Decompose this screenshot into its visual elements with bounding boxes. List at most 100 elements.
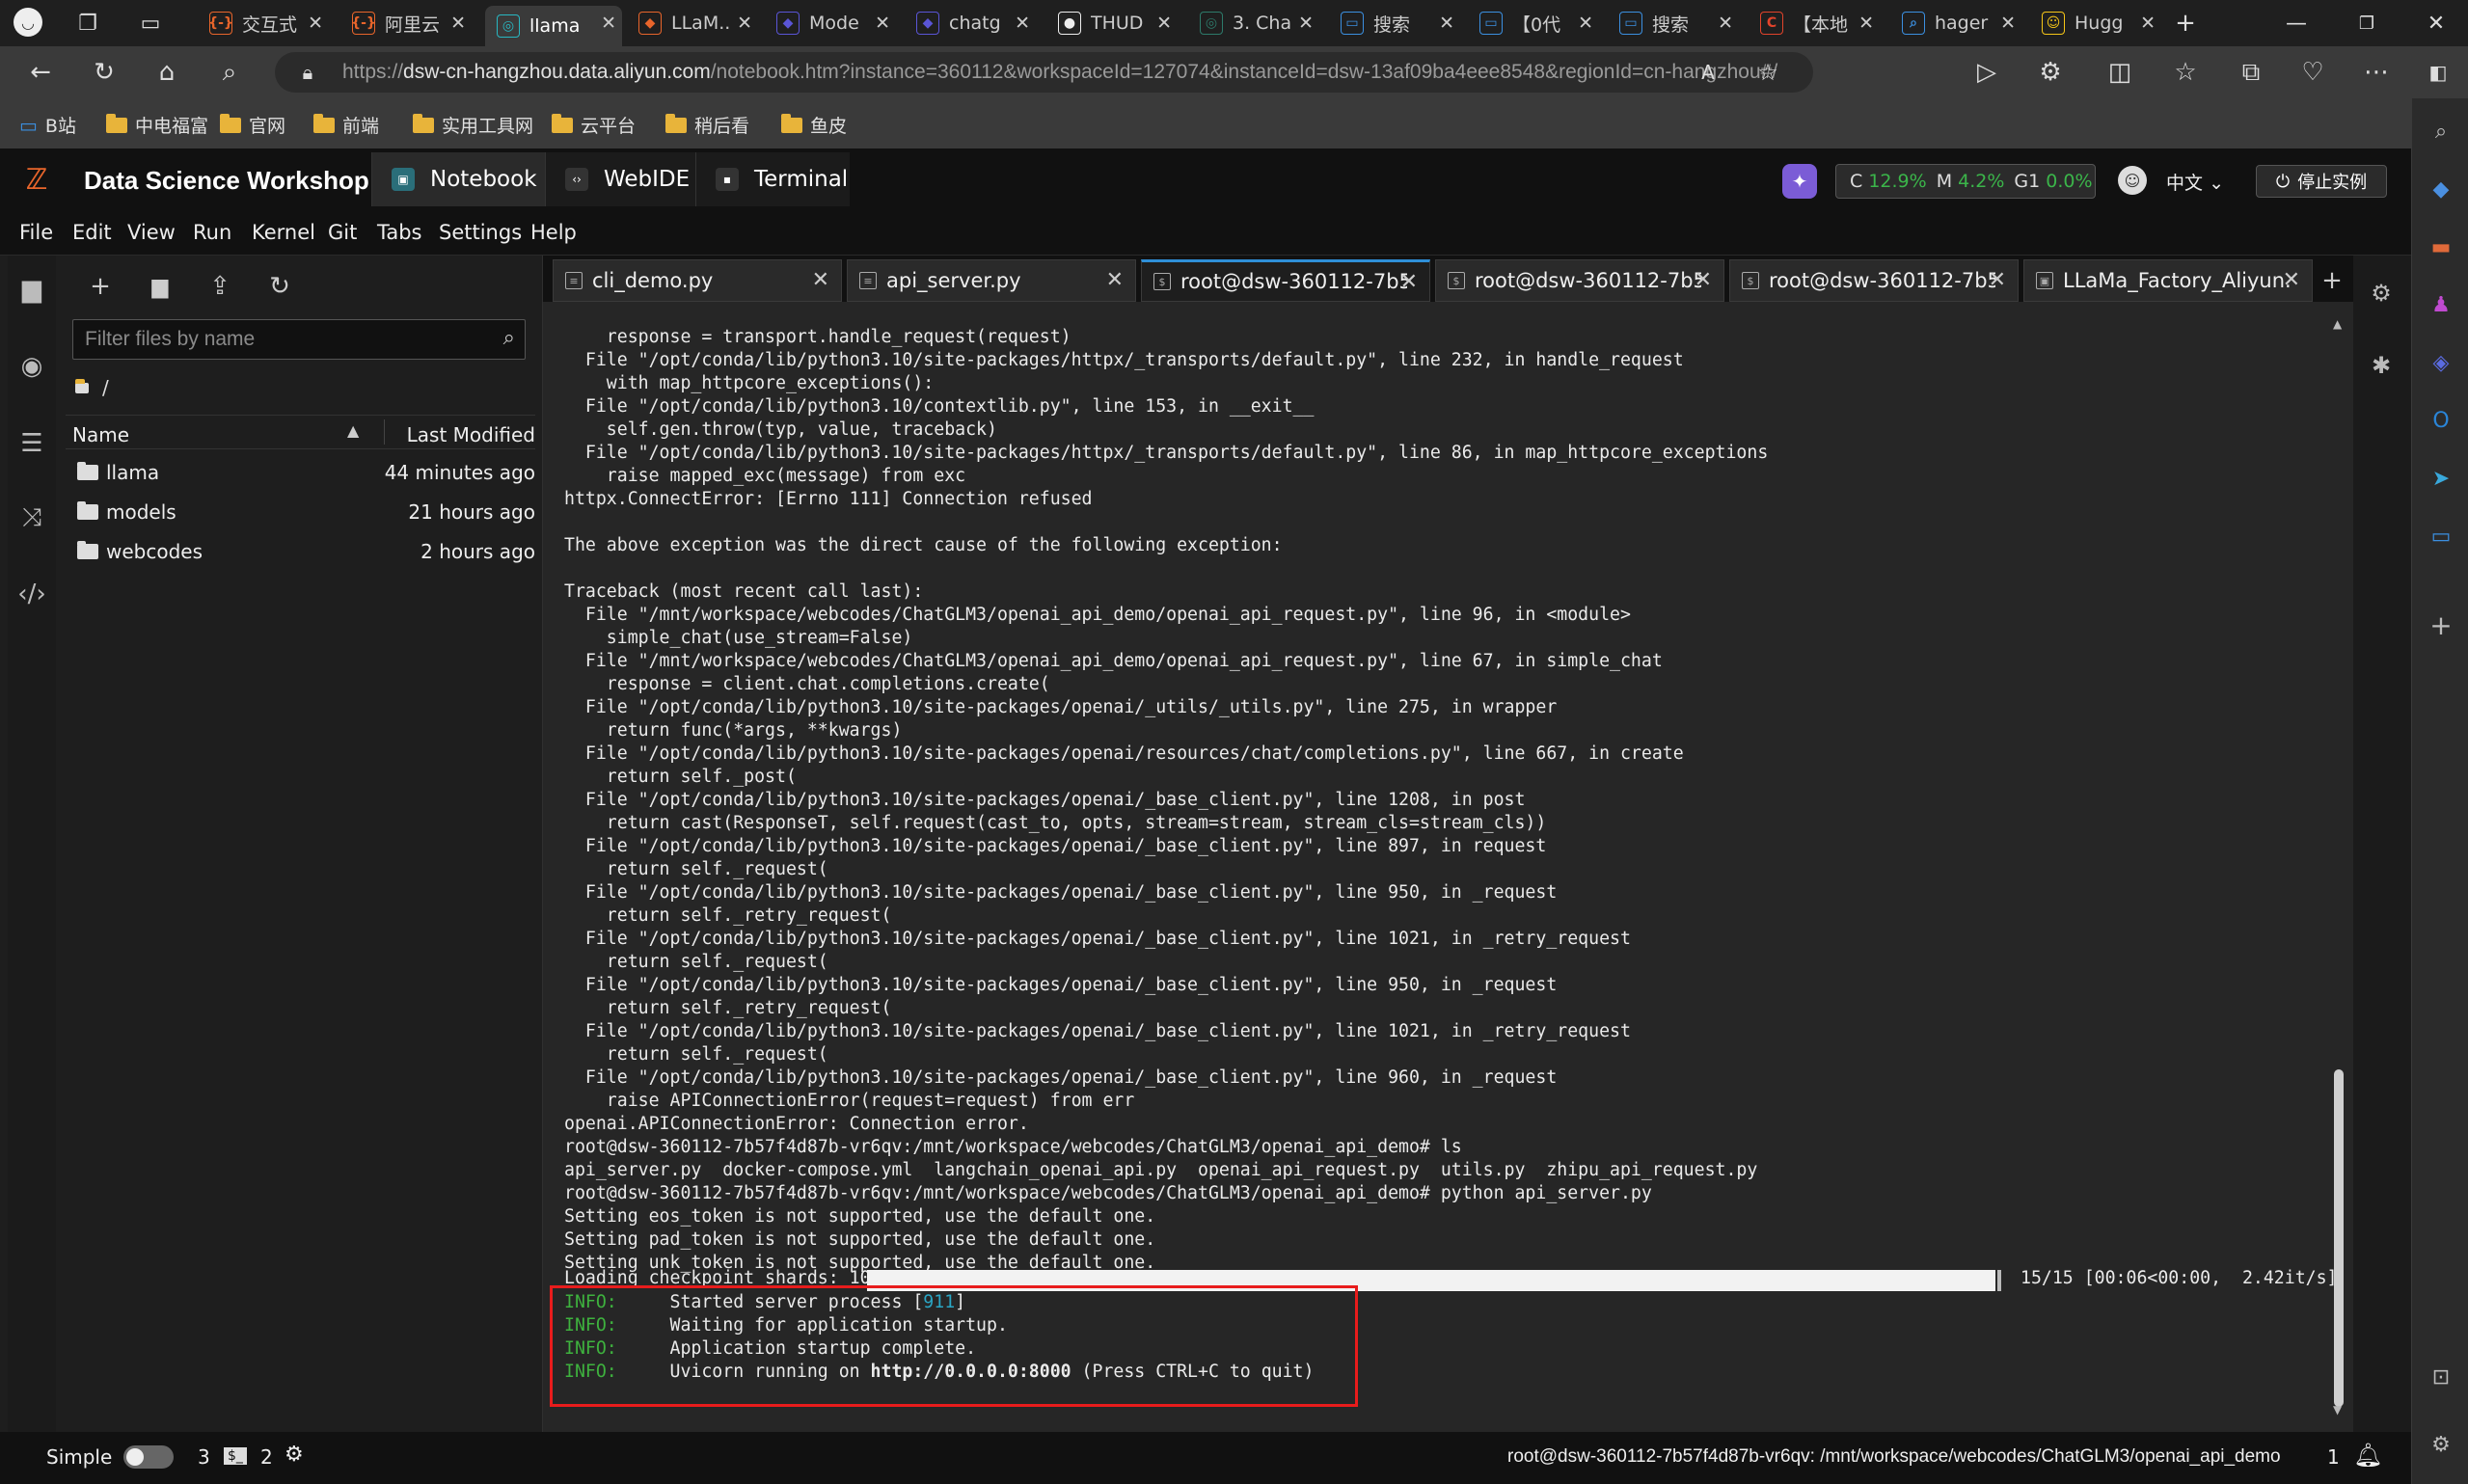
close-tab-icon[interactable]: ✕ (1695, 268, 1712, 292)
browser-tab[interactable]: {-} 交互式 ✕ (198, 6, 329, 40)
tab-actions-icon[interactable]: ▭ (135, 8, 166, 39)
close-tab-icon[interactable]: ✕ (308, 13, 323, 34)
property-inspector-icon[interactable]: ⚙ (2363, 275, 2400, 311)
collections-icon[interactable]: ⧉ (2236, 57, 2266, 88)
notification-count[interactable]: 1 (2327, 1445, 2340, 1469)
browser-tab[interactable]: ◆ LLaM... ✕ (627, 6, 758, 40)
browser-tab[interactable]: C 【本地 ✕ (1749, 6, 1880, 40)
git-icon[interactable]: ⤨ (14, 499, 50, 536)
terminal-status-icon[interactable]: $_ (224, 1447, 247, 1465)
file-row[interactable]: models 21 hours ago (66, 493, 535, 531)
scroll-up-icon[interactable]: ▲ (2333, 317, 2342, 331)
close-tab-icon[interactable]: ✕ (737, 13, 752, 34)
close-tab-icon[interactable]: ✕ (1718, 13, 1733, 34)
browser-tab[interactable]: ● THUD ✕ (1046, 6, 1178, 40)
browser-tab[interactable]: ◎ 3. Cha ✕ (1188, 6, 1319, 40)
close-tab-icon[interactable]: ✕ (1439, 13, 1454, 34)
menu-item-git[interactable]: Git (328, 221, 357, 244)
url-text[interactable]: https://dsw-cn-hangzhou.data.aliyun.com/… (342, 61, 1777, 84)
new-folder-icon[interactable]: ▆ (141, 269, 179, 304)
sidebar-toggle-icon[interactable]: ◧ (2423, 57, 2454, 88)
lock-icon[interactable]: 🔒︎ (292, 57, 323, 88)
screenshot-icon[interactable]: ⊡ (2426, 1362, 2456, 1392)
outlook-icon[interactable]: O (2426, 405, 2456, 436)
close-tab-icon[interactable]: ✕ (1989, 268, 2006, 292)
kernel-count[interactable]: 2 (260, 1445, 273, 1469)
toolbox-icon[interactable]: ▬ (2426, 231, 2456, 262)
editor-tab[interactable]: $ root@dsw-360112-7b57f4d87b✕ (1141, 259, 1430, 302)
name-column-header[interactable]: Name (72, 423, 129, 446)
menu-item-kernel[interactable]: Kernel (252, 221, 315, 244)
play-icon[interactable]: ▷ (1971, 57, 2002, 88)
close-tab-icon[interactable]: ✕ (2283, 268, 2300, 292)
bookmark-item[interactable]: 官网 (220, 112, 285, 138)
tab-terminal[interactable]: ▪ Terminal (695, 152, 850, 206)
add-tab-icon[interactable]: + (2311, 259, 2353, 302)
upload-icon[interactable]: ⇪ (201, 269, 239, 304)
close-window-icon[interactable]: ✕ (2401, 0, 2468, 46)
editor-tab[interactable]: ≡ api_server.py ✕ (847, 259, 1136, 302)
sort-up-icon[interactable]: ▲ (347, 421, 359, 440)
modified-column-header[interactable]: Last Modified (407, 423, 535, 446)
refresh-icon[interactable]: ↻ (89, 57, 120, 88)
close-tab-icon[interactable]: ✕ (812, 268, 829, 292)
assistant-icon[interactable]: ✦ (1782, 164, 1817, 199)
menu-item-edit[interactable]: Edit (72, 221, 112, 244)
table-of-contents-icon[interactable]: ☰ (14, 425, 50, 462)
tag-icon[interactable]: ◆ (2426, 174, 2456, 204)
bell-icon[interactable]: 🔔︎ (2353, 1442, 2382, 1469)
close-tab-icon[interactable]: ✕ (2000, 13, 2016, 34)
kernel-status-icon[interactable]: ⚙ (285, 1443, 304, 1467)
browser-tab[interactable]: ⌕ hager ✕ (1890, 6, 2021, 40)
close-tab-icon[interactable]: ✕ (1298, 13, 1314, 34)
editor-tab[interactable]: $ root@dsw-360112-7b57f4d87b✕ (1435, 259, 1724, 302)
favorites-icon[interactable]: ☆ (2170, 57, 2201, 88)
search-icon[interactable]: ⌕ (503, 326, 515, 350)
restore-icon[interactable]: ❐ (2332, 0, 2401, 46)
editor-tab[interactable]: ≡ cli_demo.py ✕ (553, 259, 842, 302)
editor-tab[interactable]: ▣ LLaMa_Factory_Aliyun.ipynb✕ (2023, 259, 2313, 302)
language-select[interactable]: 中文 ⌄ (2166, 169, 2224, 195)
close-tab-icon[interactable]: ✕ (601, 13, 616, 34)
browser-tab[interactable]: ▭ 【0代 ✕ (1468, 6, 1599, 40)
home-icon[interactable]: ⌂ (151, 57, 182, 88)
tab-notebook[interactable]: ▣ Notebook (371, 152, 545, 206)
editor-tab[interactable]: $ root@dsw-360112-7b57f4d87b✕ (1729, 259, 2019, 302)
send-icon[interactable]: ➤ (2426, 463, 2456, 494)
bookmark-item[interactable]: ▭ B站 (19, 112, 76, 138)
close-tab-icon[interactable]: ✕ (1015, 13, 1030, 34)
games-icon[interactable]: ♟ (2426, 289, 2456, 320)
close-tab-icon[interactable]: ✕ (1106, 268, 1124, 292)
browser-tab[interactable]: ☺ Hugg ✕ (2030, 6, 2161, 40)
read-aloud-icon[interactable]: A (1693, 57, 1723, 88)
file-row[interactable]: llama 44 minutes ago (66, 453, 535, 492)
bookmark-item[interactable]: 鱼皮 (781, 112, 847, 138)
terminal-panel[interactable]: response = transport.handle_request(requ… (543, 302, 2353, 1432)
breadcrumb[interactable]: / (75, 376, 109, 399)
tv-icon[interactable]: ▭ (2426, 521, 2456, 552)
close-tab-icon[interactable]: ✕ (1156, 13, 1172, 34)
bookmark-item[interactable]: 云平台 (552, 112, 636, 138)
profile-avatar-icon[interactable]: ◡ (14, 8, 42, 37)
close-tab-icon[interactable]: ✕ (1400, 270, 1418, 294)
file-browser-icon[interactable]: ▆ (14, 271, 50, 308)
column-divider[interactable] (384, 419, 385, 445)
new-launcher-icon[interactable]: + (81, 269, 120, 304)
menu-item-view[interactable]: View (127, 221, 176, 244)
search-icon[interactable]: ⌕ (2426, 116, 2456, 147)
close-tab-icon[interactable]: ✕ (875, 13, 890, 34)
browser-tab[interactable]: {-} 阿里云 ✕ (340, 6, 472, 40)
minimize-icon[interactable]: — (2262, 0, 2331, 46)
address-bar[interactable]: 🔒︎ https://dsw-cn-hangzhou.data.aliyun.c… (275, 52, 1813, 93)
stop-instance-button[interactable]: ⏻ 停止实例 (2256, 165, 2387, 198)
tab-webide[interactable]: ‹› WebIDE (545, 152, 695, 206)
terminal-scrollbar[interactable]: ▲ ▼ (2331, 317, 2346, 1417)
menu-item-help[interactable]: Help (530, 221, 577, 244)
terminal-count[interactable]: 3 (198, 1445, 210, 1469)
simple-mode-toggle[interactable]: Simple (46, 1445, 175, 1469)
split-screen-icon[interactable]: ◫ (2104, 57, 2135, 88)
back-icon[interactable]: ← (25, 57, 56, 88)
bookmark-item[interactable]: 稍后看 (665, 112, 749, 138)
filter-files-input[interactable] (85, 328, 471, 351)
browser-tab[interactable]: ◎ llama ✕ (485, 6, 622, 46)
